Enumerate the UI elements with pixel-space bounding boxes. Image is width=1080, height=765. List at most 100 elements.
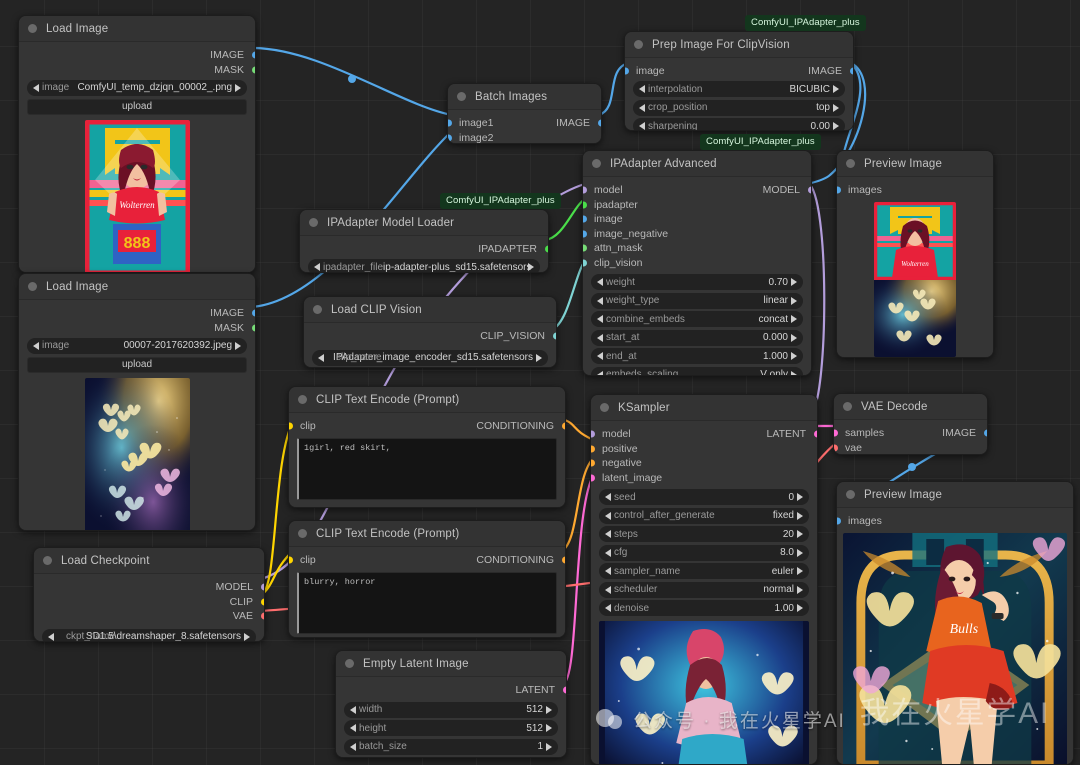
output-slot-image[interactable]: IMAGE [19, 48, 255, 63]
collapse-dot-icon[interactable] [28, 24, 37, 33]
upload-button[interactable]: upload [27, 98, 247, 115]
widget-image-combo[interactable]: image ComfyUI_temp_dzjqn_00002_.png [27, 79, 247, 96]
arrow-right-icon[interactable] [797, 585, 803, 594]
image-thumbnail-popart[interactable]: Wolterren 888 [84, 119, 190, 272]
arrow-right-icon[interactable] [833, 85, 839, 93]
preview-thumbnail-final[interactable]: Bulls 我在火星学AI [843, 532, 1067, 764]
image-thumbnail-butterflies[interactable] [84, 377, 190, 530]
collapse-dot-icon[interactable] [43, 556, 52, 565]
widget-scheduler-combo[interactable]: scheduler normal [599, 581, 809, 598]
arrow-left-icon[interactable] [350, 705, 356, 714]
widget-sharpening-combo[interactable]: sharpening 0.00 [633, 118, 845, 130]
node-title-bar[interactable]: Load CLIP Vision [304, 297, 556, 323]
slot-row-images[interactable]: images [837, 183, 993, 198]
collapse-dot-icon[interactable] [313, 305, 322, 314]
slot-row-images[interactable]: images [837, 514, 1073, 529]
widget-width-combo[interactable]: width 512 [344, 701, 558, 718]
arrow-left-icon[interactable] [597, 370, 603, 375]
slot-row-samples[interactable]: samples IMAGE [834, 426, 987, 441]
node-ipadapter-model-loader[interactable]: IPAdapter Model Loader IPADAPTER ipadapt… [299, 209, 549, 273]
slot-row-model[interactable]: model MODEL [583, 183, 811, 198]
slot-dot-mask[interactable] [251, 66, 255, 74]
output-slot-clip[interactable]: CLIP [34, 595, 264, 610]
node-ksampler[interactable]: KSampler model LATENT positive negative … [590, 394, 818, 765]
arrow-right-icon[interactable] [791, 278, 797, 286]
collapse-dot-icon[interactable] [298, 529, 307, 538]
slot-dot-ipadapter[interactable] [583, 201, 587, 209]
slot-row-latent-image[interactable]: latent_image [591, 471, 817, 486]
widget-clip-name-combo[interactable]: clip_name IPAdapter_image_encoder_sd15.s… [312, 349, 548, 366]
slot-dot-image[interactable] [583, 215, 587, 223]
ksampler-preview-thumbnail[interactable] [599, 621, 809, 764]
arrow-left-icon[interactable] [350, 724, 356, 732]
arrow-right-icon[interactable] [797, 530, 803, 538]
slot-dot-images[interactable] [837, 517, 841, 525]
arrow-left-icon[interactable] [318, 353, 324, 362]
slot-row-ipadapter[interactable]: ipadapter [583, 198, 811, 213]
arrow-right-icon[interactable] [791, 352, 797, 360]
slot-dot-image-out[interactable] [849, 67, 853, 75]
node-title-bar[interactable]: IPAdapter Advanced [583, 151, 811, 177]
arrow-left-icon[interactable] [597, 296, 603, 305]
upload-button[interactable]: upload [27, 356, 247, 373]
widget-combine-embeds-combo[interactable]: combine_embeds concat [591, 311, 803, 327]
arrow-right-icon[interactable] [797, 567, 803, 575]
prompt-textarea-positive[interactable]: 1girl, red skirt, [297, 437, 557, 500]
slot-dot-latent-out[interactable] [813, 430, 817, 438]
slot-dot-image-out[interactable] [597, 119, 601, 127]
slot-row-model[interactable]: model LATENT [591, 427, 817, 442]
collapse-dot-icon[interactable] [846, 490, 855, 499]
widget-end-at-combo[interactable]: end_at 1.000 [591, 348, 803, 364]
slot-row-image-negative[interactable]: image_negative [583, 227, 811, 242]
arrow-right-icon[interactable] [833, 103, 839, 112]
arrow-left-icon[interactable] [605, 493, 611, 501]
collapse-dot-icon[interactable] [843, 402, 852, 411]
slot-dot-model[interactable] [583, 186, 587, 194]
arrow-left-icon[interactable] [314, 263, 320, 271]
arrow-right-icon[interactable] [833, 122, 839, 130]
widget-denoise-combo[interactable]: denoise 1.00 [599, 600, 809, 616]
slot-dot-mask[interactable] [251, 324, 255, 332]
slot-dot-vae[interactable] [260, 612, 264, 620]
arrow-left-icon[interactable] [639, 85, 645, 93]
collapse-dot-icon[interactable] [309, 218, 318, 227]
node-title-bar[interactable]: Load Checkpoint [34, 548, 264, 574]
slot-row-positive[interactable]: positive [591, 442, 817, 457]
arrow-left-icon[interactable] [605, 530, 611, 538]
collapse-dot-icon[interactable] [28, 282, 37, 291]
node-title-bar[interactable]: Load Image [19, 16, 255, 42]
slot-dot-image[interactable] [251, 51, 255, 59]
widget-ipadapter-file-combo[interactable]: ipadapter_file ip-adapter-plus_sd15.safe… [308, 259, 540, 272]
slot-dot-clip[interactable] [260, 598, 264, 606]
widget-interpolation-combo[interactable]: interpolation BICUBIC [633, 81, 845, 97]
collapse-dot-icon[interactable] [600, 403, 609, 412]
node-title-bar[interactable]: Empty Latent Image [336, 651, 566, 677]
collapse-dot-icon[interactable] [634, 40, 643, 49]
slot-row-attn-mask[interactable]: attn_mask [583, 241, 811, 256]
arrow-right-icon[interactable] [235, 83, 241, 92]
node-clip-text-encode-negative[interactable]: CLIP Text Encode (Prompt) clip CONDITION… [288, 520, 566, 638]
widget-embeds-scaling-combo[interactable]: embeds_scaling V only [591, 366, 803, 375]
node-prep-image-for-clipvision[interactable]: Prep Image For ClipVision image IMAGE in… [624, 31, 854, 131]
node-load-clip-vision[interactable]: Load CLIP Vision CLIP_VISION clip_name I… [303, 296, 557, 368]
slot-row-clip-vision[interactable]: clip_vision [583, 256, 811, 271]
arrow-right-icon[interactable] [791, 296, 797, 305]
slot-dot-conditioning[interactable] [561, 422, 565, 430]
slot-row-clip[interactable]: clip CONDITIONING [289, 419, 565, 434]
arrow-left-icon[interactable] [597, 352, 603, 360]
arrow-right-icon[interactable] [797, 604, 803, 612]
arrow-left-icon[interactable] [597, 278, 603, 286]
output-slot-ipadapter[interactable]: IPADAPTER [300, 242, 548, 257]
slot-dot-model-out[interactable] [807, 186, 811, 194]
slot-dot-image-out[interactable] [983, 429, 987, 437]
node-title-bar[interactable]: Load Image [19, 274, 255, 300]
slot-dot-model[interactable] [260, 583, 264, 591]
node-title-bar[interactable]: IPAdapter Model Loader [300, 210, 548, 236]
slot-dot-latent[interactable] [562, 686, 566, 694]
node-empty-latent-image[interactable]: Empty Latent Image LATENT width 512 heig… [335, 650, 567, 758]
slot-dot-negative[interactable] [591, 459, 595, 467]
widget-image-combo[interactable]: image 00007-2017620392.jpeg [27, 337, 247, 354]
slot-row-image[interactable]: image [583, 212, 811, 227]
arrow-left-icon[interactable] [350, 742, 356, 751]
arrow-right-icon[interactable] [546, 742, 552, 751]
